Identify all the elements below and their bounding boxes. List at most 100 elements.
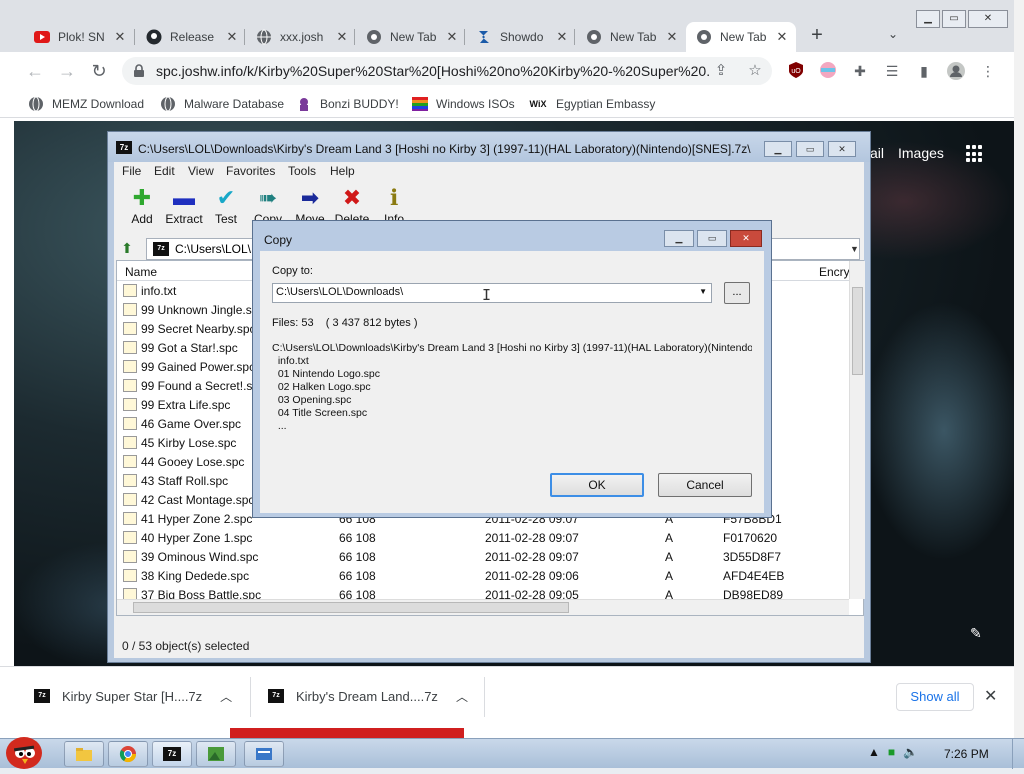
- minimize-button[interactable]: ▁: [664, 230, 694, 247]
- globe-icon: [256, 29, 272, 45]
- chevron-up-icon[interactable]: ︿: [456, 688, 468, 705]
- bookmark-label: Bonzi BUDDY!: [320, 97, 399, 111]
- images-link[interactable]: Images: [898, 145, 944, 161]
- ok-button[interactable]: OK: [550, 473, 644, 497]
- profile-icon[interactable]: [946, 61, 966, 81]
- bookmark-malware-db[interactable]: Malware Database: [160, 94, 284, 114]
- explorer-taskbar-button[interactable]: [64, 741, 104, 767]
- close-icon[interactable]: ✕: [554, 29, 570, 45]
- close-button[interactable]: ✕: [828, 141, 856, 157]
- menu-file[interactable]: File: [122, 164, 141, 178]
- battery-icon[interactable]: ■: [888, 745, 895, 759]
- show-desktop-button[interactable]: [1012, 739, 1024, 769]
- menu-view[interactable]: View: [188, 164, 214, 178]
- menu-favorites[interactable]: Favorites: [226, 164, 275, 178]
- close-icon[interactable]: ✕: [664, 29, 680, 45]
- tab-showdown[interactable]: Showdo ✕: [466, 22, 576, 52]
- address-bar[interactable]: spc.joshw.info/k/Kirby%20Super%20Star%20…: [122, 57, 772, 85]
- table-row[interactable]: 39 Ominous Wind.spc 66 108 2011-02-28 09:0…: [117, 547, 849, 566]
- bookmark-bonzi[interactable]: Bonzi BUDDY!: [296, 94, 399, 114]
- start-button[interactable]: [2, 729, 48, 769]
- maximize-button[interactable]: ▭: [796, 141, 824, 157]
- horizontal-scrollbar[interactable]: [117, 599, 849, 615]
- tab-new-tab-active[interactable]: New Tab ✕: [686, 22, 796, 52]
- tab-label: New Tab: [610, 30, 657, 44]
- close-icon[interactable]: ✕: [444, 29, 460, 45]
- chrome-taskbar-button[interactable]: [108, 741, 148, 767]
- file-size: 66 108: [339, 569, 376, 583]
- test-button[interactable]: ✔ Test: [202, 186, 250, 227]
- bookmark-memz[interactable]: MEMZ Download: [28, 94, 144, 114]
- apps-grid-icon[interactable]: [966, 145, 984, 163]
- file-date: 2011-02-28 09:07: [485, 550, 579, 564]
- reload-icon[interactable]: ↻: [88, 60, 110, 82]
- picture-icon: [208, 747, 224, 761]
- close-icon[interactable]: ✕: [334, 29, 350, 45]
- menu-kebab-icon[interactable]: ⋮: [978, 61, 998, 81]
- bookmark-egyptian-embassy[interactable]: WiX Egyptian Embassy: [528, 94, 656, 114]
- tab-release[interactable]: Release ✕: [136, 22, 246, 52]
- chrome-icon: [696, 29, 712, 45]
- pencil-icon[interactable]: ✎: [970, 625, 982, 642]
- download-label: Kirby Super Star [H....7z: [62, 688, 203, 704]
- tab-new-tab-1[interactable]: New Tab ✕: [356, 22, 466, 52]
- 7zip-taskbar-button[interactable]: 7z: [152, 741, 192, 767]
- ublock-icon[interactable]: uO: [786, 61, 806, 81]
- image-app-taskbar-button[interactable]: [196, 741, 236, 767]
- app-taskbar-button[interactable]: [244, 741, 284, 767]
- menu-tools[interactable]: Tools: [288, 164, 316, 178]
- volume-icon[interactable]: 🔈: [903, 745, 918, 759]
- new-tab-button[interactable]: +: [806, 25, 828, 47]
- extract-button[interactable]: ▬ Extract: [160, 185, 208, 227]
- forward-icon[interactable]: →: [56, 60, 78, 82]
- puzzle-icon[interactable]: ✚: [850, 61, 870, 81]
- dropdown-arrow-icon[interactable]: ▼: [850, 244, 859, 254]
- table-row[interactable]: 38 King Dedede.spc 66 108 2011-02-28 09:06…: [117, 566, 849, 585]
- maximize-button[interactable]: ▭: [697, 230, 727, 247]
- media-icon[interactable]: ☰: [882, 61, 902, 81]
- bookmark-windows-isos[interactable]: Windows ISOs: [412, 94, 515, 114]
- 7zip-title: C:\Users\LOL\Downloads\Kirby's Dream Lan…: [138, 142, 751, 156]
- chevron-up-icon[interactable]: ︿: [220, 688, 232, 705]
- tab-new-tab-2[interactable]: New Tab ✕: [576, 22, 686, 52]
- back-icon[interactable]: ←: [24, 60, 46, 82]
- folder-up-icon[interactable]: ⬆: [118, 240, 136, 258]
- cancel-button[interactable]: Cancel: [658, 473, 752, 497]
- extension-icon[interactable]: [818, 61, 838, 81]
- tray-expand-icon[interactable]: ▲: [868, 745, 880, 759]
- add-button[interactable]: ✚ Add: [118, 186, 166, 227]
- sidepanel-icon[interactable]: ▮: [914, 61, 934, 81]
- browse-button[interactable]: ...: [724, 282, 750, 304]
- tab-plok[interactable]: Plok! SN ✕: [24, 22, 134, 52]
- close-button[interactable]: ✕: [730, 230, 762, 247]
- minus-icon: ▬: [173, 185, 195, 210]
- column-encrypted[interactable]: Encry: [819, 265, 850, 279]
- download-item[interactable]: 7z Kirby Super Star [H....7z ︿: [34, 667, 232, 725]
- column-name[interactable]: Name: [125, 265, 157, 279]
- close-icon[interactable]: ✕: [224, 29, 240, 45]
- download-item[interactable]: 7z Kirby's Dream Land....7z ︿: [268, 667, 468, 725]
- show-all-button[interactable]: Show all: [896, 683, 974, 711]
- bookmark-star-icon[interactable]: ☆: [746, 62, 764, 80]
- menu-help[interactable]: Help: [330, 164, 355, 178]
- gmail-link[interactable]: ail: [870, 145, 884, 161]
- maximize-button[interactable]: ▭: [942, 10, 966, 28]
- table-row[interactable]: 40 Hyper Zone 1.spc 66 108 2011-02-28 09:0…: [117, 528, 849, 547]
- 7zip-menubar: File Edit View Favorites Tools Help: [114, 162, 864, 180]
- dropdown-arrow-icon[interactable]: ▼: [699, 287, 707, 296]
- audio-file-icon: [123, 512, 137, 525]
- close-icon[interactable]: ✕: [774, 29, 790, 45]
- share-icon[interactable]: ⇪: [712, 62, 730, 80]
- 7zip-titlebar[interactable]: 7z C:\Users\LOL\Downloads\Kirby's Dream …: [108, 132, 870, 162]
- tab-search-icon[interactable]: ⌄: [884, 27, 902, 45]
- minimize-button[interactable]: ▁: [916, 10, 940, 28]
- copy-to-path-input[interactable]: C:\Users\LOL\Downloads\ ▼: [272, 283, 712, 303]
- clock[interactable]: 7:26 PM: [944, 747, 989, 761]
- tab-xxx[interactable]: xxx.josh ✕: [246, 22, 356, 52]
- close-icon[interactable]: ✕: [112, 29, 128, 45]
- close-button[interactable]: ✕: [968, 10, 1008, 28]
- minimize-button[interactable]: ▁: [764, 141, 792, 157]
- vertical-scrollbar[interactable]: [849, 261, 865, 599]
- menu-edit[interactable]: Edit: [154, 164, 175, 178]
- close-icon[interactable]: ✕: [984, 686, 997, 706]
